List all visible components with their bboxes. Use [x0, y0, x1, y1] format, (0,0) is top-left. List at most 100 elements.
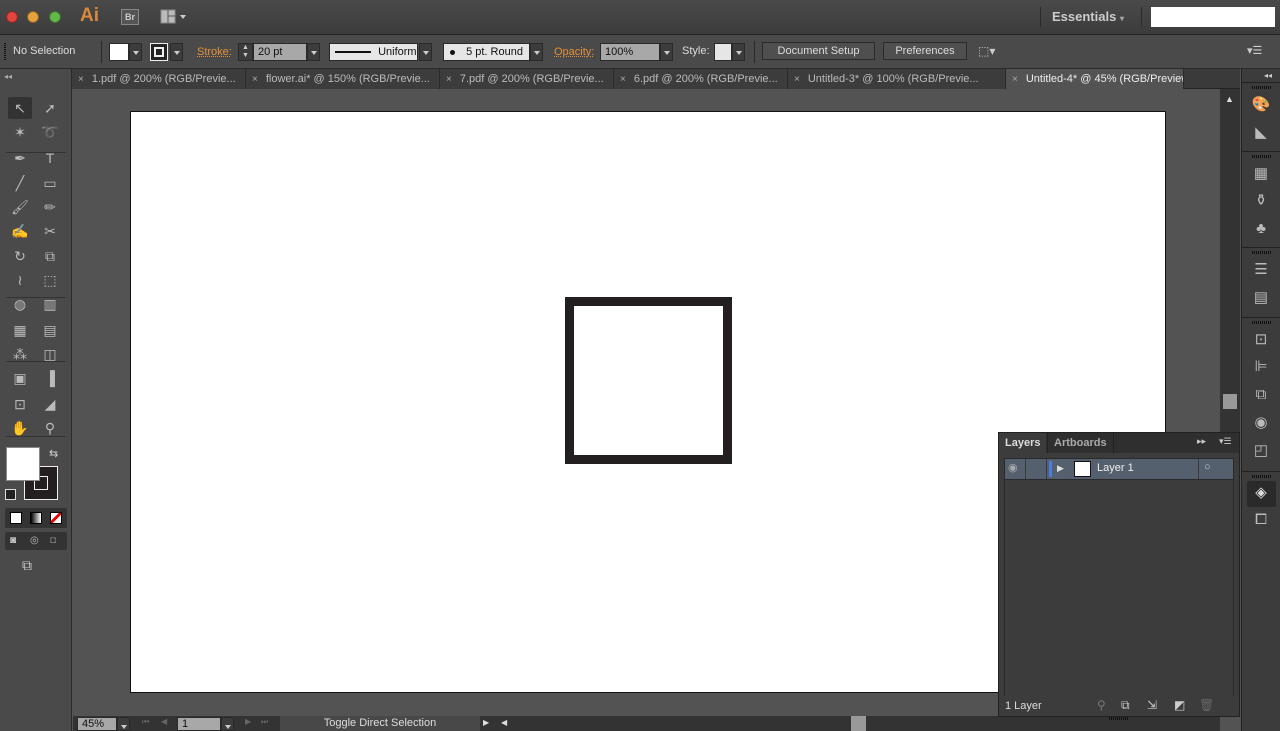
- delete-layer-icon[interactable]: 🗑: [1199, 698, 1214, 712]
- tab-layers[interactable]: Layers: [999, 433, 1047, 453]
- close-tab-icon[interactable]: ×: [252, 74, 258, 85]
- gradient-tool[interactable]: ▤: [38, 319, 62, 341]
- control-panel-menu-icon[interactable]: ▾☰: [1247, 44, 1262, 57]
- first-artboard-icon[interactable]: ⏮: [142, 717, 149, 727]
- selection-tool[interactable]: ↖: [8, 97, 32, 119]
- previous-artboard-icon[interactable]: ◀: [161, 717, 167, 726]
- swatches-panel-icon[interactable]: ▦: [1250, 164, 1272, 184]
- collapse-panel-icon[interactable]: ▸▸: [1197, 436, 1206, 447]
- draw-behind-icon[interactable]: ◎: [30, 535, 42, 547]
- artboards-panel-icon[interactable]: ⧠: [1250, 510, 1272, 530]
- pen-tool[interactable]: ✒: [8, 147, 32, 169]
- zoom-window-button[interactable]: [49, 11, 61, 23]
- style-swatch[interactable]: [714, 43, 732, 61]
- layer-row[interactable]: ◉ ▶ Layer 1 ○: [1004, 458, 1234, 480]
- stroke-weight-input[interactable]: 20 pt: [253, 43, 307, 61]
- scale-tool[interactable]: ⧉: [38, 245, 62, 267]
- close-tab-icon[interactable]: ×: [78, 74, 84, 85]
- visibility-eye-icon[interactable]: ◉: [1008, 461, 1018, 474]
- arrange-documents-button[interactable]: [160, 9, 188, 25]
- draw-normal-icon[interactable]: ◙: [10, 535, 22, 547]
- gradient-panel-icon[interactable]: ▤: [1250, 288, 1272, 308]
- opacity-input[interactable]: 100%: [600, 43, 660, 61]
- stroke-profile-select[interactable]: Uniform: [329, 43, 418, 61]
- new-sublayer-icon[interactable]: ⇲: [1147, 698, 1157, 712]
- close-tab-icon[interactable]: ×: [446, 74, 452, 85]
- document-setup-button[interactable]: Document Setup: [762, 42, 875, 60]
- artboard-dropdown[interactable]: [221, 717, 234, 731]
- grip-icon[interactable]: [4, 43, 6, 61]
- preferences-button[interactable]: Preferences: [883, 42, 967, 60]
- close-window-button[interactable]: [6, 11, 18, 23]
- last-artboard-icon[interactable]: ⏭: [261, 717, 268, 727]
- stroke-weight-stepper[interactable]: ▲ ▼: [238, 43, 253, 61]
- stroke-swatch[interactable]: [150, 43, 168, 61]
- align-panel-icon[interactable]: ⊫: [1250, 357, 1272, 377]
- pathfinder-panel-icon[interactable]: ⧉: [1250, 385, 1272, 405]
- rotate-tool[interactable]: ↻: [8, 245, 32, 267]
- artboard-number-input[interactable]: 1: [177, 717, 221, 731]
- gradient-mode-button[interactable]: [30, 512, 42, 524]
- magic-wand-tool[interactable]: ✶: [8, 121, 32, 143]
- help-search-input[interactable]: [1151, 7, 1275, 27]
- zoom-level-input[interactable]: 45%: [77, 717, 117, 731]
- scroll-up-icon[interactable]: ▲: [1225, 94, 1234, 104]
- brush-select[interactable]: 5 pt. Round: [443, 43, 530, 61]
- horizontal-scroll-thumb[interactable]: [851, 716, 866, 731]
- artboard-tool[interactable]: ⊡: [8, 393, 32, 415]
- line-tool[interactable]: ╱: [8, 172, 32, 194]
- stroke-weight-dropdown[interactable]: [307, 43, 320, 61]
- appearance-panel-icon[interactable]: ◉: [1250, 413, 1272, 433]
- type-tool[interactable]: T: [38, 147, 62, 169]
- close-tab-icon[interactable]: ×: [1012, 74, 1018, 85]
- fill-dropdown[interactable]: [129, 43, 142, 61]
- tab-document[interactable]: × 1.pdf @ 200% (RGB/Previe...: [72, 69, 246, 89]
- zoom-level-dropdown[interactable]: [117, 717, 130, 731]
- workspace-switcher[interactable]: Essentials ▾: [1052, 9, 1124, 24]
- style-dropdown[interactable]: [732, 43, 745, 61]
- scissors-tool[interactable]: ✂: [38, 220, 62, 242]
- blob-brush-tool[interactable]: ✍: [8, 220, 32, 242]
- lasso-tool[interactable]: ➰: [38, 121, 62, 143]
- free-transform-tool[interactable]: ⬚: [38, 269, 62, 291]
- stroke-color-dropdown[interactable]: [170, 43, 183, 61]
- symbol-sprayer-tool[interactable]: ▣: [8, 367, 32, 389]
- opacity-dropdown[interactable]: [660, 43, 673, 61]
- tab-document[interactable]: × flower.ai* @ 150% (RGB/Previe...: [246, 69, 440, 89]
- default-fill-stroke-icon[interactable]: [5, 489, 16, 500]
- direct-selection-tool[interactable]: ➚: [38, 97, 62, 119]
- fill-color-box[interactable]: [6, 447, 40, 481]
- select-similar-button[interactable]: ⬚▾: [978, 44, 1010, 60]
- brush-dropdown[interactable]: [530, 43, 543, 61]
- expand-panels-icon[interactable]: ◂◂: [1264, 71, 1272, 80]
- stroke-label[interactable]: Stroke:: [197, 46, 232, 58]
- symbols-panel-icon[interactable]: ♣: [1250, 219, 1272, 239]
- close-tab-icon[interactable]: ×: [794, 74, 800, 85]
- color-mode-button[interactable]: [10, 512, 22, 524]
- layers-panel-icon[interactable]: ◈: [1250, 483, 1272, 503]
- minimize-window-button[interactable]: [27, 11, 39, 23]
- status-menu-icon[interactable]: ▶: [483, 718, 489, 727]
- transform-panel-icon[interactable]: ⊡: [1250, 330, 1272, 350]
- screen-mode-icon[interactable]: ⧉: [22, 557, 46, 573]
- bridge-button[interactable]: Br: [121, 9, 139, 25]
- panel-menu-icon[interactable]: ▾☰: [1219, 436, 1232, 447]
- slice-tool[interactable]: ◢: [38, 393, 62, 415]
- rectangle-shape[interactable]: [565, 297, 732, 464]
- paintbrush-tool[interactable]: 🖌: [8, 196, 32, 218]
- tab-artboards[interactable]: Artboards: [1047, 433, 1114, 453]
- layer-name[interactable]: Layer 1: [1097, 462, 1134, 474]
- tab-document[interactable]: × 6.pdf @ 200% (RGB/Previe...: [614, 69, 788, 89]
- mesh-tool[interactable]: ▦: [8, 319, 32, 341]
- none-mode-button[interactable]: [50, 512, 62, 524]
- pencil-tool[interactable]: ✏: [38, 196, 62, 218]
- swap-fill-stroke-icon[interactable]: ⇆: [49, 447, 58, 460]
- new-layer-icon[interactable]: ◩: [1174, 698, 1185, 712]
- color-panel-icon[interactable]: 🎨: [1250, 95, 1272, 115]
- make-clipping-mask-icon[interactable]: ⧉: [1121, 698, 1130, 713]
- warp-tool[interactable]: ≀: [8, 269, 32, 291]
- status-text[interactable]: Toggle Direct Selection: [280, 716, 480, 731]
- graphic-styles-panel-icon[interactable]: ◰: [1250, 441, 1272, 461]
- tab-document[interactable]: × 7.pdf @ 200% (RGB/Previe...: [440, 69, 614, 89]
- column-graph-tool[interactable]: ▐: [38, 367, 62, 389]
